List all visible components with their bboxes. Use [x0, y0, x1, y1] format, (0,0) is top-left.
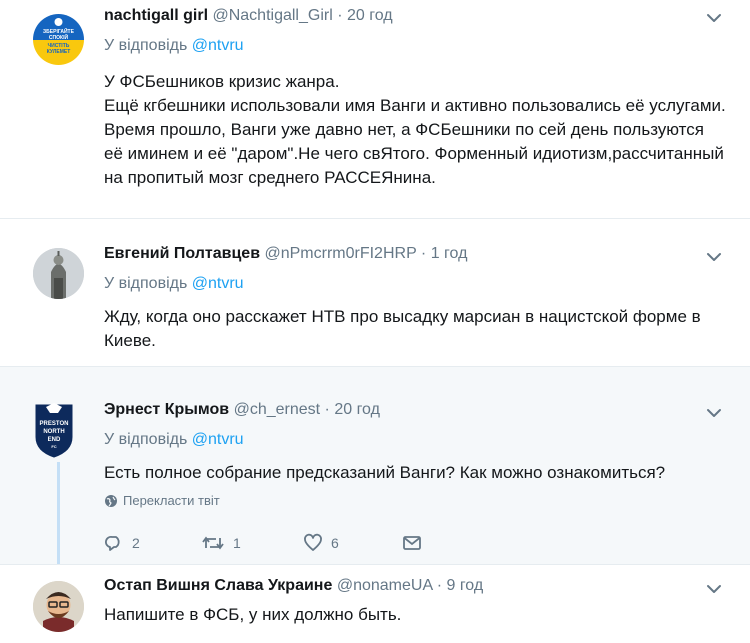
tweet-text-line: Есть полное собрание предсказаний Ванги?… — [104, 463, 666, 482]
tweet[interactable]: Остап Вишня Слава Украине @nonameUA · 9 … — [0, 564, 750, 643]
retweet-button[interactable]: 1 — [201, 529, 241, 557]
reply-prefix: У відповідь — [104, 275, 192, 292]
avatar[interactable] — [33, 581, 84, 632]
chevron-down-icon[interactable] — [704, 8, 724, 28]
tweet-text-line: Время прошло, Ванги уже давно нет, а ФСБ… — [104, 120, 704, 139]
reply-button[interactable]: 2 — [104, 529, 140, 557]
display-name[interactable]: Остап Вишня Слава Украине — [104, 577, 332, 594]
reply-mention-link[interactable]: @ntvru — [192, 37, 244, 54]
username[interactable]: @nPmcrrm0rFI2HRP — [264, 245, 416, 262]
tweet[interactable]: Евгений Полтавцев @nPmcrrm0rFI2HRP · 1 г… — [0, 218, 750, 366]
timestamp[interactable]: 20 год — [334, 401, 380, 418]
avatar-text: ЗБЕРІГАЙТЕ — [43, 27, 75, 35]
retweet-count: 1 — [233, 535, 241, 551]
timestamp[interactable]: 1 год — [431, 245, 468, 262]
avatar-text: PRESTON — [40, 421, 69, 427]
timestamp[interactable]: 9 год — [446, 577, 483, 594]
separator: · — [436, 577, 443, 594]
separator: · — [337, 7, 343, 24]
globe-icon — [105, 494, 117, 507]
chevron-down-icon[interactable] — [704, 403, 724, 423]
tweet-text-line: Жду, когда оно расскажет НТВ про высадку… — [104, 307, 701, 326]
avatar[interactable]: PRESTON NORTH END FC — [34, 401, 74, 459]
tweet-text-line: на пропитый мозг среднего РАССЕЯнина. — [104, 168, 436, 187]
separator: · — [420, 245, 427, 262]
retweet-icon — [202, 536, 224, 550]
tweet-text-line: Киеве. — [104, 331, 156, 350]
avatar[interactable]: ЗБЕРІГАЙТЕ СПОКІЙ ЧИСТІТЬ КУЛЕМЕТ — [33, 14, 84, 65]
display-name[interactable]: Евгений Полтавцев — [104, 245, 260, 262]
avatar-text: NORTH — [43, 429, 64, 435]
tweet-header: Остап Вишня Слава Украине @nonameUA · 9 … — [104, 577, 483, 595]
reply-prefix: У відповідь — [104, 37, 192, 54]
dm-icon — [403, 536, 421, 550]
username[interactable]: @nonameUA — [337, 577, 432, 594]
tweet[interactable]: ЗБЕРІГАЙТЕ СПОКІЙ ЧИСТІТЬ КУЛЕМЕТ nachti… — [0, 0, 750, 218]
thread-connector — [57, 462, 60, 576]
avatar-text: СПОКІЙ — [49, 33, 69, 41]
tweet-header: Эрнест Крымов @ch_ernest · 20 год — [104, 401, 380, 419]
reply-mention-link[interactable]: @ntvru — [192, 431, 244, 448]
tweet-text-line: Ещё кгбешники использовали имя Ванги и а… — [104, 96, 726, 115]
like-icon — [304, 533, 322, 551]
username[interactable]: @ch_ernest — [234, 401, 321, 418]
tweet-text: Жду, когда оно расскажет НТВ про высадку… — [104, 305, 744, 353]
tweet-text: У ФСБешников кризис жанра. Ещё кгбешники… — [104, 70, 744, 190]
tweet-text: Напишите в ФСБ, у них должно быть. — [104, 603, 744, 627]
reply-prefix: У відповідь — [104, 431, 192, 448]
tweet-text-line: Напишите в ФСБ, у них должно быть. — [104, 605, 402, 624]
like-button[interactable]: 6 — [303, 529, 339, 557]
avatar[interactable] — [33, 248, 84, 299]
username[interactable]: @Nachtigall_Girl — [212, 7, 332, 24]
like-count: 6 — [331, 535, 339, 551]
tweet-header: Евгений Полтавцев @nPmcrrm0rFI2HRP · 1 г… — [104, 245, 467, 263]
avatar-text: КУЛЕМЕТ — [47, 49, 71, 55]
tweet-header: nachtigall girl @Nachtigall_Girl · 20 го… — [104, 7, 393, 25]
reply-context: У відповідь @ntvru — [104, 431, 244, 449]
tweet-text: Есть полное собрание предсказаний Ванги?… — [104, 461, 744, 485]
reply-mention-link[interactable]: @ntvru — [192, 275, 244, 292]
tweet-text-line: её иминем и её "даром".Не чего свЯтого. … — [104, 144, 724, 163]
tweet-text-line: У ФСБешников кризис жанра. — [104, 72, 340, 91]
reply-context: У відповідь @ntvru — [104, 37, 244, 55]
translate-tweet-link[interactable]: Перекласти твіт — [104, 493, 220, 508]
avatar-text: END — [48, 437, 61, 443]
reply-icon — [105, 536, 120, 551]
timestamp[interactable]: 20 год — [347, 7, 393, 24]
reply-count: 2 — [132, 535, 140, 551]
display-name[interactable]: nachtigall girl — [104, 7, 208, 24]
direct-message-button[interactable] — [402, 529, 430, 557]
separator: · — [324, 401, 330, 418]
translate-label[interactable]: Перекласти твіт — [123, 493, 220, 508]
avatar-text: FC — [51, 444, 56, 449]
display-name[interactable]: Эрнест Крымов — [104, 401, 229, 418]
chevron-down-icon[interactable] — [704, 247, 724, 267]
chevron-down-icon[interactable] — [704, 579, 724, 599]
reply-context: У відповідь @ntvru — [104, 275, 244, 293]
